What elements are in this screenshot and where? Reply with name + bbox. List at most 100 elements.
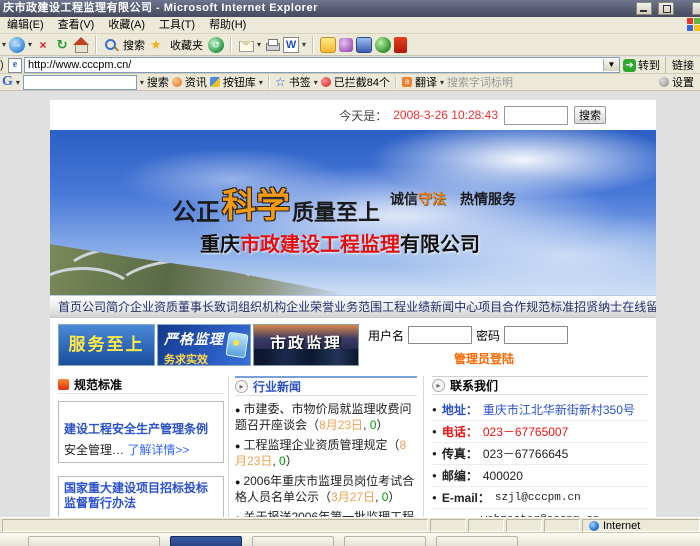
nav-item-12[interactable]: 在线留言 <box>622 298 656 315</box>
slogan-part1: 公正 <box>172 192 220 227</box>
flashget-icon[interactable] <box>394 37 407 53</box>
taskbar-button[interactable] <box>28 536 160 546</box>
go-button[interactable]: ➔ 转到 <box>623 57 660 73</box>
taskbar-button[interactable] <box>436 536 518 546</box>
nav-item-11[interactable]: 招贤纳士 <box>574 298 622 315</box>
translate-dropdown[interactable]: ▾ <box>440 78 444 87</box>
standards-box-1[interactable]: 建设工程安全生产管理条例 安全管理… 了解详情>> <box>58 401 224 463</box>
search-icon[interactable] <box>103 37 119 53</box>
google-news-label[interactable]: 资讯 <box>185 74 207 90</box>
popup-blocked-count[interactable]: 已拦截84个 <box>334 74 390 90</box>
menu-item-0[interactable]: 编辑(E) <box>0 17 51 33</box>
translate-icon: a <box>402 77 412 87</box>
highlight-label[interactable]: 搜索字词标明 <box>447 74 513 90</box>
site-search-input[interactable] <box>504 106 568 125</box>
menu-item-2[interactable]: 收藏(A) <box>101 17 152 33</box>
standards-link-1[interactable]: 建设工程安全生产管理条例 <box>64 422 218 437</box>
site-search-button[interactable]: 搜索 <box>574 106 606 124</box>
news-icon <box>172 77 182 87</box>
history-icon[interactable]: ↺ <box>208 37 224 53</box>
news-item-text[interactable]: 工程监理企业资质管理规定 <box>243 438 387 452</box>
button-library-dropdown[interactable]: ▾ <box>259 78 263 87</box>
nav-item-9[interactable]: 项目合作 <box>478 298 526 315</box>
promo-banner-municipal[interactable]: 市政监理 <box>253 324 359 366</box>
taskbar-button[interactable] <box>252 536 334 546</box>
nav-item-10[interactable]: 规范标准 <box>526 298 574 315</box>
title-bar[interactable]: 庆市政建设工程监理有限公司 - Microsoft Internet Explo… <box>0 0 700 17</box>
minimize-button[interactable] <box>636 2 652 15</box>
bullet-icon: ● <box>432 427 437 436</box>
restore-button[interactable] <box>658 2 674 15</box>
home-icon[interactable] <box>73 37 89 53</box>
menu-item-1[interactable]: 查看(V) <box>51 17 102 33</box>
msn-icon[interactable] <box>339 38 353 52</box>
messenger-icon[interactable] <box>320 37 336 53</box>
taskbar-button-active[interactable] <box>170 536 242 546</box>
search-label[interactable]: 搜索 <box>123 37 145 53</box>
google-search-dropdown[interactable]: ▾ <box>140 78 144 87</box>
forward-dropdown[interactable]: ▾ <box>28 40 32 49</box>
favorites-icon[interactable]: ★ <box>150 37 166 53</box>
button-library-label[interactable]: 按钮库 <box>223 74 256 90</box>
nav-item-5[interactable]: 企业荣誉 <box>286 298 334 315</box>
nav-item-2[interactable]: 企业资质 <box>130 298 178 315</box>
go-arrow-icon: ➔ <box>623 59 636 72</box>
favorites-label[interactable]: 收藏夹 <box>170 37 203 53</box>
nav-item-1[interactable]: 公司简介 <box>82 298 130 315</box>
nav-item-3[interactable]: 董事长致词 <box>178 298 238 315</box>
nav-item-0[interactable]: 首页 <box>58 298 82 315</box>
google-logo-icon[interactable]: G <box>2 74 13 90</box>
contacts-icon[interactable] <box>356 37 372 53</box>
popup-blocker-icon <box>321 77 331 87</box>
edit-dropdown[interactable]: ▾ <box>302 40 306 49</box>
news-item-2[interactable]: ●2006年重庆市监理员岗位考试合格人员名单公示（3月27日, 0） <box>235 474 417 505</box>
promo-banner-supervision[interactable]: 严格监理 务求实效 <box>157 324 251 366</box>
nav-item-6[interactable]: 业务范围 <box>334 298 382 315</box>
forward-icon[interactable]: → <box>9 37 25 53</box>
translate-label[interactable]: 翻译 <box>415 74 437 90</box>
bookmarks-label[interactable]: 书签 <box>289 74 311 90</box>
standards-box-2[interactable]: 国家重大建设项目招标投标监督暂行办法 <box>58 476 224 517</box>
status-bar: Internet <box>0 517 700 533</box>
mail-icon[interactable] <box>238 37 254 53</box>
main-navigation: 首页公司简介企业资质董事长致词组织机构企业荣誉业务范围工程业绩新闻中心项目合作规… <box>50 295 656 318</box>
password-input[interactable] <box>504 326 568 344</box>
username-label: 用户名 <box>368 327 404 344</box>
google-logo-dropdown[interactable]: ▾ <box>16 78 20 87</box>
plugin-flower-icon[interactable] <box>375 37 391 53</box>
stop-icon[interactable]: × <box>35 37 51 53</box>
close-button[interactable] <box>692 2 700 15</box>
contact-list: ●地址：重庆市江北华新街新村350号●电话：023－67765007●传真：02… <box>432 399 648 509</box>
bookmarks-dropdown[interactable]: ▾ <box>314 78 318 87</box>
mail-dropdown[interactable]: ▾ <box>257 40 261 49</box>
google-search-label[interactable]: 搜索 <box>147 74 169 90</box>
news-item-3[interactable]: ●关于报送2006年第一批监理工程师初始注 <box>235 510 417 517</box>
google-search-input[interactable] <box>23 75 137 90</box>
address-dropdown-icon[interactable]: ▼ <box>603 59 619 71</box>
read-more-link[interactable]: 了解详情>> <box>127 443 189 457</box>
nav-item-7[interactable]: 工程业绩 <box>382 298 430 315</box>
menu-item-3[interactable]: 工具(T) <box>152 17 202 33</box>
nav-item-4[interactable]: 组织机构 <box>238 298 286 315</box>
news-item-1[interactable]: ●工程监理企业资质管理规定（8月23日, 0） <box>235 438 417 469</box>
nav-item-8[interactable]: 新闻中心 <box>430 298 478 315</box>
menu-item-4[interactable]: 帮助(H) <box>202 17 253 33</box>
refresh-icon[interactable]: ↻ <box>54 37 70 53</box>
gbar-settings[interactable]: 设置 <box>659 74 694 90</box>
news-item-0[interactable]: ●市建委、市物价局就监理收费问题召开座谈会（8月23日, 0） <box>235 402 417 433</box>
address-url[interactable]: http://www.cccpm.cn/ <box>28 59 131 71</box>
back-button-remnant[interactable]: ▾ <box>2 40 6 49</box>
address-input[interactable]: http://www.cccpm.cn/ ▼ <box>24 57 620 73</box>
print-icon[interactable] <box>264 37 280 53</box>
news-item-text[interactable]: 2006年重庆市监理员岗位考试合格人员名单公示 <box>235 474 414 504</box>
taskbar-button[interactable] <box>344 536 426 546</box>
standards-link-2[interactable]: 国家重大建设项目招标投标监督暂行办法 <box>64 481 218 511</box>
toolbar-separator <box>95 36 97 54</box>
news-item-text[interactable]: 关于报送2006年第一批监理工程师初始注 <box>235 510 414 517</box>
status-panel <box>468 519 504 532</box>
username-input[interactable] <box>408 326 472 344</box>
admin-login-link[interactable]: 管理员登陆 <box>454 350 656 367</box>
promo-banner-service[interactable]: 服务至上 <box>58 324 155 366</box>
links-label[interactable]: 链接 <box>665 57 700 73</box>
edit-word-icon[interactable]: W <box>283 37 299 53</box>
